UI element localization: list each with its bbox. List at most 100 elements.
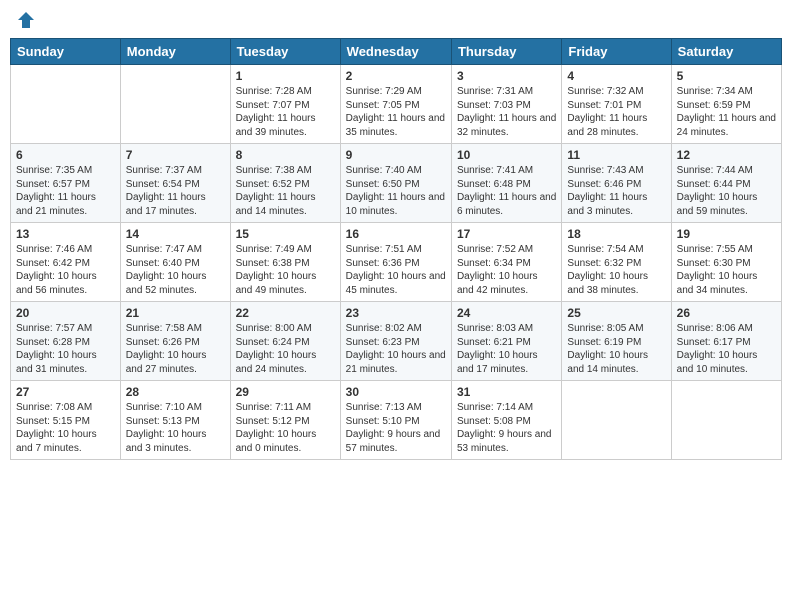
calendar-cell: 4 Sunrise: 7:32 AM Sunset: 7:01 PM Daylig… <box>562 65 671 144</box>
day-number: 10 <box>457 148 556 162</box>
cell-content: Sunrise: 7:34 AM Sunset: 6:59 PM Dayligh… <box>677 85 776 139</box>
cell-content: Sunrise: 8:05 AM Sunset: 6:19 PM Dayligh… <box>567 322 665 376</box>
day-number: 16 <box>346 227 446 241</box>
calendar-cell: 29 Sunrise: 7:11 AM Sunset: 5:12 PM Dayli… <box>230 381 340 460</box>
day-number: 18 <box>567 227 665 241</box>
calendar-cell: 31 Sunrise: 7:14 AM Sunset: 5:08 PM Dayli… <box>451 381 561 460</box>
weekday-header-tuesday: Tuesday <box>230 39 340 65</box>
cell-content: Sunrise: 7:54 AM Sunset: 6:32 PM Dayligh… <box>567 243 665 297</box>
cell-content: Sunrise: 7:57 AM Sunset: 6:28 PM Dayligh… <box>16 322 115 376</box>
day-number: 28 <box>126 385 225 399</box>
calendar-cell: 1 Sunrise: 7:28 AM Sunset: 7:07 PM Daylig… <box>230 65 340 144</box>
cell-content: Sunrise: 7:44 AM Sunset: 6:44 PM Dayligh… <box>677 164 776 218</box>
cell-content: Sunrise: 7:10 AM Sunset: 5:13 PM Dayligh… <box>126 401 225 455</box>
day-number: 19 <box>677 227 776 241</box>
calendar-cell: 28 Sunrise: 7:10 AM Sunset: 5:13 PM Dayli… <box>120 381 230 460</box>
day-number: 7 <box>126 148 225 162</box>
cell-content: Sunrise: 7:38 AM Sunset: 6:52 PM Dayligh… <box>236 164 335 218</box>
logo-icon <box>16 10 36 30</box>
calendar-cell: 12 Sunrise: 7:44 AM Sunset: 6:44 PM Dayli… <box>671 144 781 223</box>
day-number: 25 <box>567 306 665 320</box>
day-number: 2 <box>346 69 446 83</box>
weekday-header-thursday: Thursday <box>451 39 561 65</box>
cell-content: Sunrise: 7:28 AM Sunset: 7:07 PM Dayligh… <box>236 85 335 139</box>
cell-content: Sunrise: 8:00 AM Sunset: 6:24 PM Dayligh… <box>236 322 335 376</box>
cell-content: Sunrise: 7:49 AM Sunset: 6:38 PM Dayligh… <box>236 243 335 297</box>
cell-content: Sunrise: 7:29 AM Sunset: 7:05 PM Dayligh… <box>346 85 446 139</box>
cell-content: Sunrise: 7:08 AM Sunset: 5:15 PM Dayligh… <box>16 401 115 455</box>
cell-content: Sunrise: 7:47 AM Sunset: 6:40 PM Dayligh… <box>126 243 225 297</box>
day-number: 12 <box>677 148 776 162</box>
day-number: 20 <box>16 306 115 320</box>
page-header <box>10 10 782 30</box>
calendar-cell <box>120 65 230 144</box>
cell-content: Sunrise: 7:43 AM Sunset: 6:46 PM Dayligh… <box>567 164 665 218</box>
cell-content: Sunrise: 7:14 AM Sunset: 5:08 PM Dayligh… <box>457 401 556 455</box>
calendar-cell <box>562 381 671 460</box>
day-number: 1 <box>236 69 335 83</box>
weekday-header-sunday: Sunday <box>11 39 121 65</box>
calendar-cell: 14 Sunrise: 7:47 AM Sunset: 6:40 PM Dayli… <box>120 223 230 302</box>
day-number: 4 <box>567 69 665 83</box>
cell-content: Sunrise: 7:31 AM Sunset: 7:03 PM Dayligh… <box>457 85 556 139</box>
calendar-cell: 13Sunrise: 7:46 AM Sunset: 6:42 PM Dayli… <box>11 223 121 302</box>
day-number: 5 <box>677 69 776 83</box>
weekday-header-saturday: Saturday <box>671 39 781 65</box>
day-number: 11 <box>567 148 665 162</box>
cell-content: Sunrise: 7:35 AM Sunset: 6:57 PM Dayligh… <box>16 164 115 218</box>
cell-content: Sunrise: 8:06 AM Sunset: 6:17 PM Dayligh… <box>677 322 776 376</box>
cell-content: Sunrise: 8:02 AM Sunset: 6:23 PM Dayligh… <box>346 322 446 376</box>
day-number: 26 <box>677 306 776 320</box>
day-number: 30 <box>346 385 446 399</box>
day-number: 29 <box>236 385 335 399</box>
cell-content: Sunrise: 7:11 AM Sunset: 5:12 PM Dayligh… <box>236 401 335 455</box>
weekday-header-monday: Monday <box>120 39 230 65</box>
calendar-cell: 17 Sunrise: 7:52 AM Sunset: 6:34 PM Dayli… <box>451 223 561 302</box>
week-row-5: 27 Sunrise: 7:08 AM Sunset: 5:15 PM Dayli… <box>11 381 782 460</box>
weekday-header-row: SundayMondayTuesdayWednesdayThursdayFrid… <box>11 39 782 65</box>
calendar-cell: 5 Sunrise: 7:34 AM Sunset: 6:59 PM Daylig… <box>671 65 781 144</box>
calendar-table: SundayMondayTuesdayWednesdayThursdayFrid… <box>10 38 782 460</box>
calendar-cell: 2 Sunrise: 7:29 AM Sunset: 7:05 PM Daylig… <box>340 65 451 144</box>
week-row-3: 13Sunrise: 7:46 AM Sunset: 6:42 PM Dayli… <box>11 223 782 302</box>
day-number: 27 <box>16 385 115 399</box>
calendar-cell: 19 Sunrise: 7:55 AM Sunset: 6:30 PM Dayli… <box>671 223 781 302</box>
calendar-cell <box>11 65 121 144</box>
logo <box>14 10 36 30</box>
weekday-header-friday: Friday <box>562 39 671 65</box>
day-number: 31 <box>457 385 556 399</box>
day-number: 8 <box>236 148 335 162</box>
day-number: 21 <box>126 306 225 320</box>
calendar-cell: 30 Sunrise: 7:13 AM Sunset: 5:10 PM Dayli… <box>340 381 451 460</box>
calendar-cell: 11 Sunrise: 7:43 AM Sunset: 6:46 PM Dayli… <box>562 144 671 223</box>
calendar-cell: 16Sunrise: 7:51 AM Sunset: 6:36 PM Dayli… <box>340 223 451 302</box>
cell-content: Sunrise: 7:55 AM Sunset: 6:30 PM Dayligh… <box>677 243 776 297</box>
day-number: 6 <box>16 148 115 162</box>
cell-content: Sunrise: 7:58 AM Sunset: 6:26 PM Dayligh… <box>126 322 225 376</box>
calendar-cell: 26 Sunrise: 8:06 AM Sunset: 6:17 PM Dayli… <box>671 302 781 381</box>
week-row-4: 20 Sunrise: 7:57 AM Sunset: 6:28 PM Dayli… <box>11 302 782 381</box>
cell-content: Sunrise: 7:40 AM Sunset: 6:50 PM Dayligh… <box>346 164 446 218</box>
calendar-cell: 23 Sunrise: 8:02 AM Sunset: 6:23 PM Dayli… <box>340 302 451 381</box>
week-row-2: 6 Sunrise: 7:35 AM Sunset: 6:57 PM Daylig… <box>11 144 782 223</box>
cell-content: Sunrise: 7:32 AM Sunset: 7:01 PM Dayligh… <box>567 85 665 139</box>
calendar-cell: 20 Sunrise: 7:57 AM Sunset: 6:28 PM Dayli… <box>11 302 121 381</box>
week-row-1: 1 Sunrise: 7:28 AM Sunset: 7:07 PM Daylig… <box>11 65 782 144</box>
day-number: 23 <box>346 306 446 320</box>
weekday-header-wednesday: Wednesday <box>340 39 451 65</box>
calendar-cell: 15Sunrise: 7:49 AM Sunset: 6:38 PM Dayli… <box>230 223 340 302</box>
calendar-cell: 22 Sunrise: 8:00 AM Sunset: 6:24 PM Dayli… <box>230 302 340 381</box>
day-number: 14 <box>126 227 225 241</box>
day-number: 9 <box>346 148 446 162</box>
cell-content: Sunrise: 7:13 AM Sunset: 5:10 PM Dayligh… <box>346 401 446 455</box>
calendar-cell: 6 Sunrise: 7:35 AM Sunset: 6:57 PM Daylig… <box>11 144 121 223</box>
day-number: 22 <box>236 306 335 320</box>
calendar-cell: 18 Sunrise: 7:54 AM Sunset: 6:32 PM Dayli… <box>562 223 671 302</box>
day-number: 17 <box>457 227 556 241</box>
calendar-cell: 25 Sunrise: 8:05 AM Sunset: 6:19 PM Dayli… <box>562 302 671 381</box>
calendar-cell: 27 Sunrise: 7:08 AM Sunset: 5:15 PM Dayli… <box>11 381 121 460</box>
cell-content: Sunrise: 7:41 AM Sunset: 6:48 PM Dayligh… <box>457 164 556 218</box>
day-number: 13 <box>16 227 115 241</box>
cell-content: Sunrise: 7:52 AM Sunset: 6:34 PM Dayligh… <box>457 243 556 297</box>
day-number: 3 <box>457 69 556 83</box>
